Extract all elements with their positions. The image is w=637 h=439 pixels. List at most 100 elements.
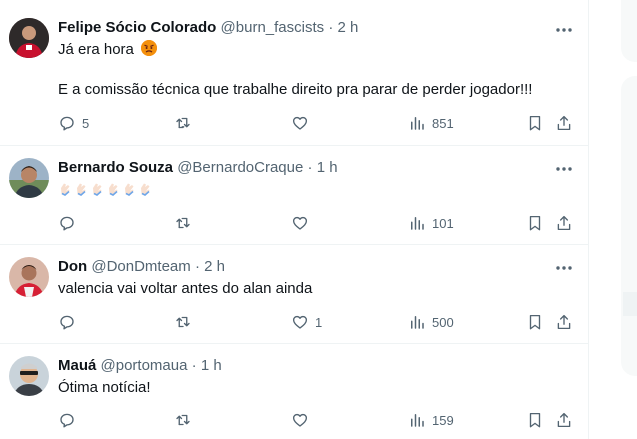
timestamp[interactable]: 1 h — [201, 357, 222, 374]
tweet-text: Já era hora — [58, 40, 158, 60]
share-icon — [557, 215, 571, 231]
timestamp[interactable]: 1 h — [317, 159, 338, 176]
like-button[interactable] — [291, 410, 315, 430]
reply-feed: Felipe Sócio Colorado @burn_fascists · 2… — [0, 0, 589, 439]
tweet-text-line: Já era hora — [58, 41, 134, 58]
more-dots-icon[interactable] — [552, 159, 576, 179]
retweet-icon — [176, 414, 190, 426]
bookmark-button[interactable] — [526, 312, 544, 332]
retweet-icon — [176, 117, 190, 129]
retweet-icon — [176, 217, 190, 229]
display-name[interactable]: Mauá — [58, 357, 96, 374]
retweet-button[interactable] — [174, 213, 192, 233]
retweet-icon — [176, 316, 190, 328]
share-button[interactable] — [555, 213, 573, 233]
like-button[interactable]: 1 — [291, 312, 322, 332]
clapping-hands-icon — [138, 182, 152, 196]
speech-bubble-icon — [60, 116, 74, 131]
bookmark-button[interactable] — [526, 113, 544, 133]
speech-bubble-icon — [60, 315, 74, 330]
angry-face-emoji-icon — [141, 40, 158, 56]
views-button[interactable]: 851 — [408, 113, 454, 133]
bookmark-button[interactable] — [526, 410, 544, 430]
bar-chart-icon — [411, 316, 424, 329]
sidebar-panel — [621, 76, 637, 376]
clapping-hands-icon — [58, 182, 72, 196]
more-dots-icon[interactable] — [552, 258, 576, 278]
view-count: 851 — [432, 115, 454, 131]
user-handle[interactable]: @portomaua — [101, 357, 188, 374]
separator-dot: · — [307, 159, 313, 176]
clapping-hands-icon — [74, 182, 88, 196]
tweet-text — [58, 179, 154, 199]
view-count: 101 — [432, 215, 454, 231]
like-button[interactable] — [291, 113, 315, 133]
views-button[interactable]: 159 — [408, 410, 454, 430]
bookmark-icon — [529, 412, 541, 428]
share-icon — [557, 115, 571, 131]
timestamp[interactable]: 2 h — [204, 258, 225, 275]
reply-button[interactable] — [58, 410, 82, 430]
speech-bubble-icon — [60, 413, 74, 428]
tweet-text: Ótima notícia! — [58, 379, 151, 396]
heart-icon — [292, 216, 308, 230]
reply-button[interactable] — [58, 312, 82, 332]
right-sidebar — [589, 0, 637, 439]
clapping-hands-icon — [106, 182, 120, 196]
avatar[interactable] — [9, 18, 49, 58]
tweet-header: Felipe Sócio Colorado @burn_fascists · 2… — [58, 18, 358, 38]
bookmark-icon — [529, 215, 541, 231]
bookmark-icon — [529, 115, 541, 131]
separator-dot: · — [328, 19, 334, 36]
user-handle[interactable]: @burn_fascists — [221, 19, 325, 36]
heart-icon — [292, 413, 308, 427]
share-button[interactable] — [555, 312, 573, 332]
display-name[interactable]: Bernardo Souza — [58, 159, 173, 176]
separator-dot: · — [191, 357, 197, 374]
tweet-card[interactable]: Felipe Sócio Colorado @burn_fascists · 2… — [0, 0, 588, 146]
reply-count: 5 — [82, 115, 90, 131]
bar-chart-icon — [411, 414, 424, 427]
tweet-text: valencia vai voltar antes do alan ainda — [58, 280, 313, 297]
view-count: 500 — [432, 314, 454, 330]
tweet-card[interactable]: Mauá @portomaua · 1 h Ótima notícia! 159 — [0, 344, 588, 439]
tweet-header: Mauá @portomaua · 1 h — [58, 356, 222, 376]
retweet-button[interactable] — [174, 410, 192, 430]
tweet-card[interactable]: Bernardo Souza @BernardoCraque · 1 h 101 — [0, 146, 588, 245]
tweet-header: Bernardo Souza @BernardoCraque · 1 h — [58, 158, 338, 178]
display-name[interactable]: Felipe Sócio Colorado — [58, 19, 216, 36]
heart-icon — [292, 315, 308, 329]
timestamp[interactable]: 2 h — [337, 19, 358, 36]
reply-button[interactable] — [58, 213, 82, 233]
views-button[interactable]: 101 — [408, 213, 454, 233]
sidebar-panel — [621, 0, 637, 62]
clapping-hands-icon — [122, 182, 136, 196]
user-handle[interactable]: @DonDmteam — [91, 258, 190, 275]
tweet-text-line: E a comissão técnica que trabalhe direit… — [58, 81, 533, 98]
separator-dot: · — [194, 258, 200, 275]
bookmark-icon — [529, 314, 541, 330]
bar-chart-icon — [411, 117, 424, 130]
heart-icon — [292, 116, 308, 130]
share-button[interactable] — [555, 113, 573, 133]
bar-chart-icon — [411, 217, 424, 230]
retweet-button[interactable] — [174, 113, 192, 133]
bookmark-button[interactable] — [526, 213, 544, 233]
tweet-card[interactable]: Don @DonDmteam · 2 h valencia vai voltar… — [0, 245, 588, 344]
reply-button[interactable]: 5 — [58, 113, 89, 133]
share-button[interactable] — [555, 410, 573, 430]
share-icon — [557, 314, 571, 330]
avatar[interactable] — [9, 257, 49, 297]
like-button[interactable] — [291, 213, 315, 233]
share-icon — [557, 412, 571, 428]
clapping-hands-icon — [90, 182, 104, 196]
avatar[interactable] — [9, 356, 49, 396]
display-name[interactable]: Don — [58, 258, 87, 275]
more-dots-icon[interactable] — [552, 20, 576, 40]
user-handle[interactable]: @BernardoCraque — [177, 159, 303, 176]
views-button[interactable]: 500 — [408, 312, 454, 332]
view-count: 159 — [432, 412, 454, 428]
avatar[interactable] — [9, 158, 49, 198]
retweet-button[interactable] — [174, 312, 192, 332]
speech-bubble-icon — [60, 216, 74, 231]
